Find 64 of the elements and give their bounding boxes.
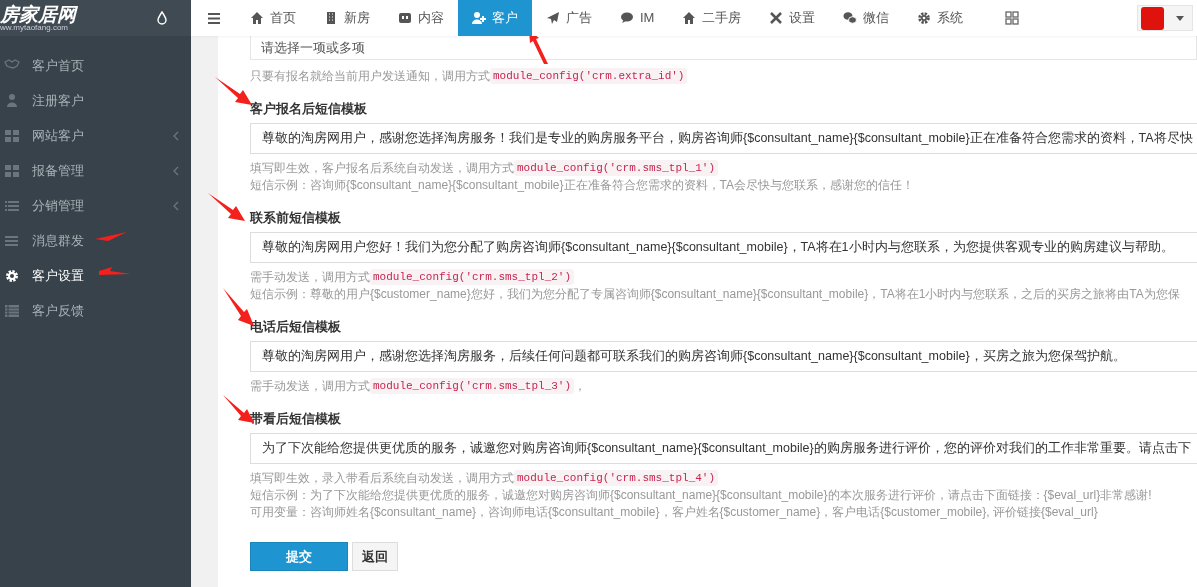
nav-tab[interactable]: 二手房 xyxy=(668,0,756,36)
grid-icon xyxy=(4,127,20,144)
drop-icon[interactable] xyxy=(157,11,167,25)
sidebar-item[interactable]: 注册客户 xyxy=(0,83,191,118)
code-snippet: module_config('crm.sms_tpl_2') xyxy=(370,268,575,286)
caret-icon xyxy=(1176,15,1184,21)
help-text: 短信示例：咨询师{$consultant_name}{$consultant_mobile}正在准备符合您需求的资料，TA会尽快与您联系，感谢您的信任！ xyxy=(250,177,915,194)
menu-icon[interactable] xyxy=(208,12,220,24)
settings-icon xyxy=(917,11,932,25)
table-icon xyxy=(4,302,20,319)
user-plus-icon xyxy=(472,11,486,25)
back-button[interactable]: 返回 xyxy=(352,542,398,571)
help-text: ， xyxy=(574,378,587,395)
field-label: 客户报名后短信模板 xyxy=(250,100,368,118)
person-icon xyxy=(4,92,20,109)
help-text: 只要有报名就给当前用户发送通知，调用方式 xyxy=(250,68,490,85)
nav-tab[interactable]: 新房 xyxy=(310,0,384,36)
nav-tab[interactable]: IM xyxy=(606,0,669,36)
nav-tab[interactable]: 设置 xyxy=(755,0,830,36)
logo-text: 房家居网 xyxy=(0,4,76,24)
sidebar-item[interactable]: 客户反馈 xyxy=(0,293,191,328)
avatar-logo-icon xyxy=(1141,6,1164,30)
field-label: 联系前短信模板 xyxy=(250,209,342,227)
nav-tab[interactable]: 广告 xyxy=(532,0,606,36)
sidebar-item[interactable]: 分销管理 xyxy=(0,188,191,223)
text-field[interactable]: 尊敬的淘房网用户您好！我们为您分配了购房咨询师{$consultant_name}{$consultant_mobile}，TA将在1小时内与您联系，为您提供客观专业的购房建议与帮助。 xyxy=(250,232,1197,263)
text-field[interactable]: 尊敬的淘房网用户，感谢您选择淘房服务！我们是专业的购房服务平台，购房咨询师{$consultant_name}{$consultant_mobile}正在准备符合您需求的资料，TA将尽快 xyxy=(250,123,1197,154)
help-text: 需手动发送，调用方式 xyxy=(250,378,370,395)
paper-plane-icon xyxy=(546,11,560,25)
grid-icon[interactable] xyxy=(1005,11,1020,25)
nav-tab[interactable]: 首页 xyxy=(236,0,310,36)
help-text: 短信示例：尊敬的用户{$customer_name}您好，我们为您分配了专属咨询师{$consultant_name}{$consultant_mobile}，TA将在1小时内与您联系，之后的买房之旅将由TA为您保 xyxy=(250,286,1181,303)
sidebar-item[interactable]: 客户设置 xyxy=(0,258,191,293)
field-label: 带看后短信模板 xyxy=(250,410,342,428)
sidebar-item[interactable]: 客户首页 xyxy=(0,48,191,83)
help-text: 可用变量：咨询师姓名{$consultant_name}，咨询师电话{$consultant_mobile}，客户姓名{$customer_name}，客户电话{$customer_mobile}, 评价链接{$eval_url} xyxy=(250,504,1099,521)
field-label: 电话后短信模板 xyxy=(250,318,342,336)
chat-bubble-icon xyxy=(398,11,412,25)
code-snippet: module_config('crm.sms_tpl_1') xyxy=(514,159,719,177)
help-text: 填写即生效，客户报名后系统自动发送，调用方式 xyxy=(250,160,514,177)
logo-url: ww.mytaofang.com xyxy=(0,23,69,32)
home-icon xyxy=(250,11,264,25)
user-menu[interactable] xyxy=(1137,5,1193,31)
sidebar-item[interactable]: 消息群发 xyxy=(0,223,191,258)
help-text: 需手动发送，调用方式 xyxy=(250,269,370,286)
grid-icon xyxy=(4,162,20,179)
wechat-icon xyxy=(843,11,858,25)
help-text: 填写即生效，录入带看后系统自动发送，调用方式 xyxy=(250,470,514,487)
code-snippet: module_config('crm.sms_tpl_4') xyxy=(514,469,719,487)
help-text: 短信示例：为了下次能给您提供更优质的服务，诚邀您对购房咨询师{$consultant_name}{$consultant_mobile}的本次服务进行评价，请点击下面链接：{$eval_url}非常感谢! xyxy=(250,487,1153,504)
text-field[interactable]: 为了下次能给您提供更优质的服务，诚邀您对购房咨询师{$consultant_name}{$consultant_mobile}的购房服务进行评价，您的评价对我们的工作非常重要。请点击下 xyxy=(250,433,1197,464)
text-field[interactable]: 尊敬的淘房网用户，感谢您选择淘房服务，后续任何问题都可联系我们的购房咨询师{$consultant_name}{$consultant_mobile}，买房之旅为您保驾护航。 xyxy=(250,341,1197,372)
nav-tab[interactable]: 系统 xyxy=(903,0,978,36)
sidebar-item[interactable]: 报备管理 xyxy=(0,153,191,188)
nav-tab[interactable]: 微信 xyxy=(829,0,904,36)
code-snippet: module_config('crm.sms_tpl_3') xyxy=(370,377,575,395)
nav-tab[interactable]: 内容 xyxy=(384,0,458,36)
code-snippet: module_config('crm.extra_id') xyxy=(490,67,688,85)
building-icon xyxy=(324,11,338,25)
home-icon xyxy=(682,11,697,25)
arrow-annotation xyxy=(94,231,128,243)
comment-icon xyxy=(620,11,634,25)
sidebar-item[interactable]: 网站客户 xyxy=(0,118,191,153)
settings-icon xyxy=(4,267,20,284)
